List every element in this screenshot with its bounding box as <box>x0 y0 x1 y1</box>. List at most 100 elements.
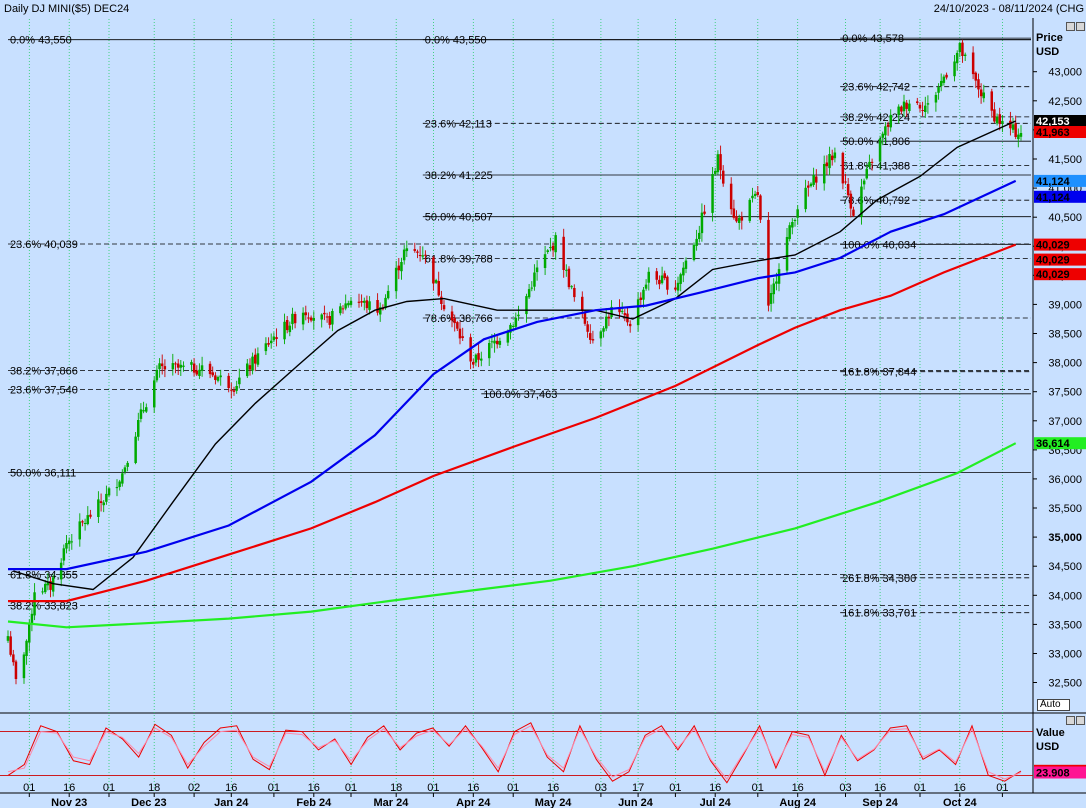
candle-body <box>902 101 906 112</box>
candle-body <box>711 174 714 213</box>
x-tick-label: 16 <box>709 782 721 794</box>
candle-body <box>570 286 573 288</box>
candle-body <box>270 340 273 344</box>
candle-body <box>737 217 741 223</box>
candle-body <box>700 212 704 234</box>
x-tick-label: 16 <box>467 782 479 794</box>
candle-body <box>868 161 871 167</box>
value-badge-text: 36,614 <box>1036 438 1071 450</box>
x-tick-label: 16 <box>874 782 886 794</box>
fib-label: 161.8% 37,844 <box>842 367 916 379</box>
candle-body <box>639 297 642 300</box>
candle-body <box>660 275 664 284</box>
candle-body <box>328 316 331 325</box>
candle-body <box>514 317 518 327</box>
candle-body <box>889 114 892 128</box>
candle-body <box>740 216 744 221</box>
candle-body <box>565 269 568 271</box>
candle-body <box>33 592 36 616</box>
candle-body <box>219 375 222 378</box>
candle-body <box>312 317 315 321</box>
candle-body <box>815 176 818 183</box>
candle-body <box>788 225 791 239</box>
fib-label: 100.0% 37,463 <box>483 389 557 401</box>
candle-body <box>309 317 313 321</box>
x-month-label: Oct 24 <box>943 797 978 808</box>
candle-body <box>974 72 977 81</box>
candle-body <box>809 183 813 187</box>
candle-body <box>97 499 100 517</box>
candle-body <box>192 363 196 373</box>
candle-body <box>293 314 297 324</box>
candle-body <box>456 322 459 329</box>
x-month-label: Mar 24 <box>373 797 409 808</box>
candle-body <box>777 269 781 284</box>
candle-body <box>831 155 834 161</box>
y-tick-label: 34,000 <box>1048 590 1082 602</box>
candle-body <box>115 487 119 489</box>
candle-body <box>67 540 71 545</box>
candle-body <box>525 296 528 315</box>
candle-body <box>897 106 900 115</box>
candle-body <box>642 289 645 300</box>
candle-body <box>416 251 419 253</box>
candle-body <box>934 94 938 103</box>
candle-body <box>918 104 922 109</box>
candle-body <box>246 363 249 377</box>
candle-body <box>767 219 770 306</box>
candle-body <box>137 420 140 437</box>
candle-body <box>844 181 847 183</box>
candle-body <box>160 363 164 367</box>
candle-body <box>589 333 592 340</box>
candle-body <box>22 654 26 679</box>
candle-body <box>605 316 608 329</box>
candle-body <box>772 283 775 295</box>
x-month-label: May 24 <box>535 797 573 808</box>
candle-body <box>1001 120 1004 124</box>
candle-body <box>849 193 853 209</box>
x-tick-label: 01 <box>427 782 439 794</box>
candle-body <box>360 301 363 303</box>
candle-body <box>796 209 799 218</box>
candle-body <box>477 353 480 360</box>
y-tick-label: 38,500 <box>1048 329 1082 341</box>
candle-body <box>735 216 738 222</box>
candle-body <box>394 267 398 292</box>
osc-panel-close-button[interactable] <box>1076 716 1085 725</box>
candle-body <box>339 306 342 314</box>
candle-body <box>628 323 632 327</box>
price-panel-close-button[interactable] <box>1076 22 1085 31</box>
candle-body <box>663 273 666 279</box>
candle-body <box>905 102 908 109</box>
candle-body <box>78 521 81 540</box>
x-month-label: Jul 24 <box>700 797 732 808</box>
candle-body <box>264 343 268 352</box>
candle-body <box>647 271 650 283</box>
candle-body <box>698 232 701 239</box>
candle-body <box>62 548 66 561</box>
price-panel-minimize-button[interactable] <box>1066 22 1075 31</box>
candle-body <box>506 332 510 343</box>
price-axis-label: Price <box>1036 32 1063 44</box>
candle-body <box>998 114 1001 125</box>
candle-body <box>804 187 807 210</box>
candle-body <box>9 636 12 655</box>
auto-scale-button[interactable]: Auto <box>1037 699 1070 711</box>
x-tick-label: 01 <box>996 782 1008 794</box>
candle-body <box>977 79 980 90</box>
candle-body <box>208 363 212 375</box>
candle-body <box>535 267 539 273</box>
value-badge-text: 41,124 <box>1036 192 1071 204</box>
candle-body <box>267 343 270 345</box>
candle-body <box>833 152 837 159</box>
fib-label: 23.6% 37,540 <box>10 384 78 396</box>
candle-body <box>432 257 435 284</box>
candle-body <box>732 208 736 218</box>
candle-body <box>953 61 956 77</box>
candle-body <box>644 284 648 289</box>
candle-body <box>304 312 307 316</box>
osc-panel-minimize-button[interactable] <box>1066 716 1075 725</box>
fib-label: 0.0% 43,550 <box>425 35 487 47</box>
candle-body <box>320 314 323 320</box>
value-badge-text: 40,029 <box>1036 255 1070 267</box>
